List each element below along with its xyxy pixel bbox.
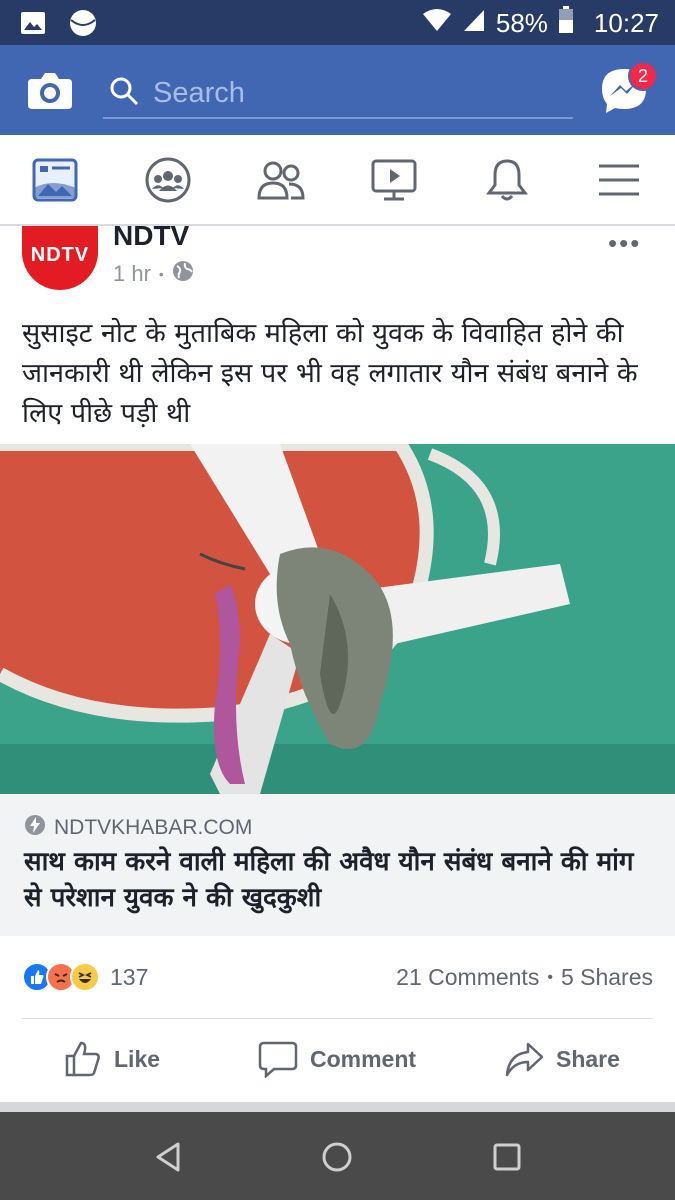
status-bar: 58% 10:27 xyxy=(0,0,675,45)
search-icon xyxy=(109,76,139,111)
post-author[interactable]: NDTV xyxy=(113,220,189,252)
battery-icon xyxy=(558,6,574,41)
news-feed-icon xyxy=(32,158,78,202)
tab-notifications[interactable] xyxy=(480,155,534,205)
instant-article-icon xyxy=(24,814,46,842)
wifi-icon xyxy=(422,8,452,39)
tab-watch[interactable] xyxy=(367,155,421,205)
gallery-notification-icon xyxy=(20,10,46,41)
recents-icon[interactable] xyxy=(490,1140,524,1174)
tab-bar xyxy=(0,135,675,226)
link-domain-row: NDTVKHABAR.COM xyxy=(24,814,252,842)
action-divider xyxy=(22,1018,653,1019)
avatar[interactable]: NDTV xyxy=(22,226,98,290)
groups-icon xyxy=(145,157,191,203)
search-placeholder: Search xyxy=(153,76,245,109)
share-label: Share xyxy=(556,1045,620,1072)
reactions-summary[interactable]: 137 xyxy=(22,962,148,992)
like-label: Like xyxy=(114,1045,161,1072)
clock: 10:27 xyxy=(593,8,659,38)
share-button[interactable]: Share xyxy=(504,1040,620,1078)
link-domain: NDTVKHABAR.COM xyxy=(54,816,253,839)
post-image[interactable] xyxy=(0,444,675,794)
post-meta: 1 hr • xyxy=(113,260,194,288)
like-button[interactable]: Like xyxy=(64,1040,160,1078)
link-title[interactable]: साथ काम करने वाली महिला की अवैध यौन संबं… xyxy=(24,844,654,916)
home-icon[interactable] xyxy=(320,1140,354,1174)
menu-icon xyxy=(599,164,639,196)
meta-dot: • xyxy=(158,266,164,282)
battery-percent: 58% xyxy=(495,8,548,38)
share-icon xyxy=(505,1042,544,1077)
feed-separator xyxy=(0,1102,675,1112)
reaction-count: 137 xyxy=(110,963,149,990)
comment-button[interactable]: Comment xyxy=(258,1040,416,1078)
thumbs-up-icon xyxy=(65,1041,100,1077)
shares-count[interactable]: 5 Shares xyxy=(561,964,653,992)
tab-friends[interactable] xyxy=(254,155,308,205)
friends-icon xyxy=(257,161,305,200)
video-icon xyxy=(371,159,417,201)
app-header: Search 2 xyxy=(0,45,675,135)
more-options-button[interactable]: ••• xyxy=(608,228,641,259)
tab-groups[interactable] xyxy=(141,155,195,205)
globe-icon xyxy=(172,260,194,288)
engagement-counts: 21 Comments • 5 Shares xyxy=(396,964,653,992)
count-separator: • xyxy=(547,969,553,986)
link-preview[interactable]: NDTVKHABAR.COM साथ काम करने वाली महिला क… xyxy=(0,794,675,936)
back-icon[interactable] xyxy=(152,1140,186,1174)
post-time[interactable]: 1 hr xyxy=(113,261,151,287)
bell-icon xyxy=(486,159,528,201)
tab-news-feed[interactable] xyxy=(28,155,82,205)
search-input[interactable]: Search xyxy=(103,69,573,119)
messenger-badge: 2 xyxy=(628,61,658,91)
reaction-stats: 137 21 Comments • 5 Shares xyxy=(0,950,675,1006)
post-actions: Like Comment Share xyxy=(0,1030,675,1100)
ceiling-fan-photo xyxy=(0,444,675,794)
comments-count[interactable]: 21 Comments xyxy=(396,964,539,992)
camera-icon[interactable] xyxy=(26,67,74,115)
comment-label: Comment xyxy=(310,1045,417,1072)
haha-reaction-icon xyxy=(70,962,100,992)
signal-icon xyxy=(462,8,486,39)
system-nav-bar xyxy=(0,1112,675,1200)
avatar-logo: NDTV xyxy=(30,244,90,266)
post-text: सुसाइट नोट के मुताबिक महिला को युवक के व… xyxy=(22,318,638,429)
globe-notification-icon xyxy=(68,8,98,43)
tab-menu[interactable] xyxy=(592,155,646,205)
comment-icon xyxy=(258,1041,298,1078)
